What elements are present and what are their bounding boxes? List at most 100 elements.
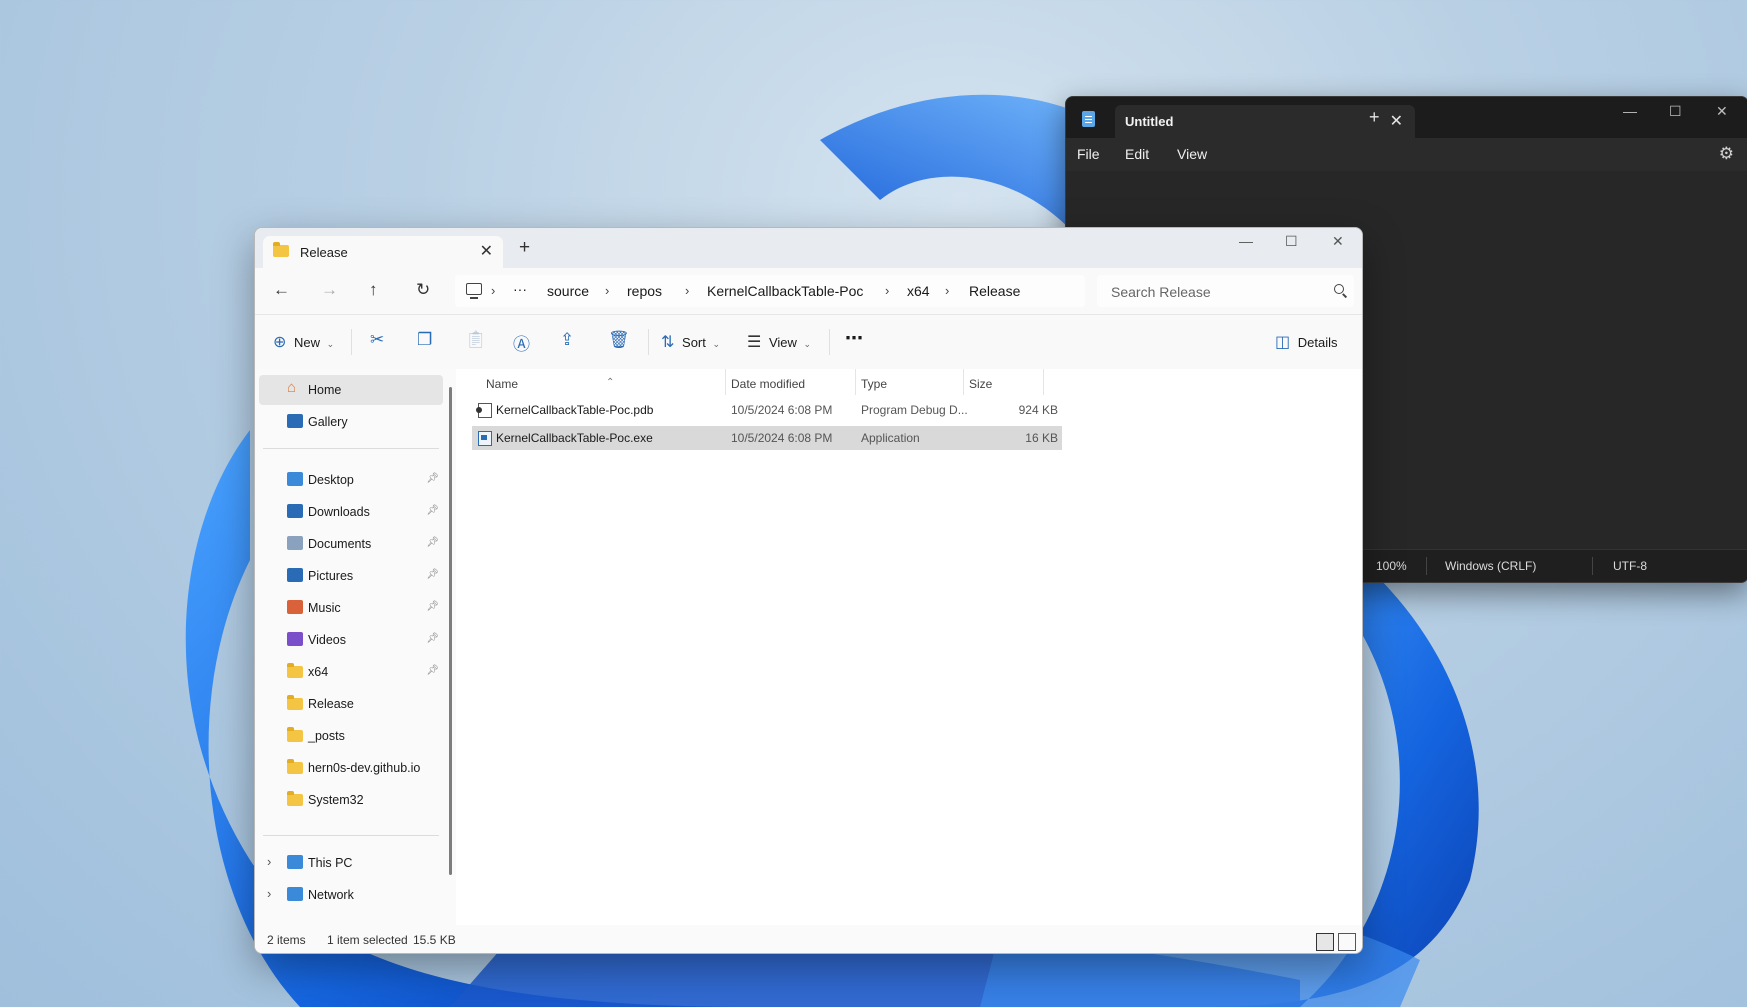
close-window-button[interactable]: ✕ (1716, 103, 1728, 120)
desktop-icon (287, 472, 303, 486)
sidebar-item-system32[interactable]: System32 (259, 785, 443, 815)
sidebar-item-music[interactable]: Music 📌︎ (259, 593, 443, 623)
share-icon[interactable]: ⇪ (560, 330, 574, 350)
file-size: 16 KB (1025, 431, 1058, 445)
sidebar-item-label: Downloads (308, 505, 370, 519)
chevron-right-icon[interactable]: › (685, 283, 689, 298)
breadcrumb-project[interactable]: KernelCallbackTable-Poc (707, 283, 863, 299)
menu-edit[interactable]: Edit (1125, 146, 1149, 162)
minimize-button[interactable]: — (1623, 103, 1637, 119)
sidebar-item-x64[interactable]: x64 📌︎ (259, 657, 443, 687)
pin-icon[interactable]: 📌︎ (426, 537, 439, 548)
search-box[interactable] (1097, 275, 1354, 307)
table-row[interactable]: KernelCallbackTable-Poc.pdb 10/5/2024 6:… (472, 398, 1062, 422)
sidebar-item-downloads[interactable]: Downloads 📌︎ (259, 497, 443, 527)
pin-icon[interactable]: 📌︎ (426, 505, 439, 516)
explorer-titlebar[interactable]: Release ✕ + — ☐ ✕ (255, 228, 1362, 268)
this-pc-icon[interactable] (466, 283, 482, 299)
pin-icon[interactable]: 📌︎ (426, 569, 439, 580)
details-view-icon[interactable] (1316, 933, 1334, 951)
chevron-right-icon[interactable]: › (491, 283, 495, 298)
menu-view[interactable]: View (1177, 146, 1207, 162)
notepad-titlebar[interactable]: Untitled ✕ + — ☐ ✕ (1066, 97, 1747, 138)
file-explorer-window[interactable]: Release ✕ + — ☐ ✕ ← → ↑ ↻ › ··· source ›… (254, 227, 1363, 954)
pin-icon[interactable]: 📌︎ (426, 665, 439, 676)
column-header-date[interactable]: Date modified (725, 369, 855, 395)
close-icon[interactable]: ✕ (480, 241, 493, 261)
sidebar-item-label: hern0s-dev.github.io (308, 761, 421, 775)
up-button[interactable]: ↑ (369, 280, 378, 300)
refresh-button[interactable]: ↻ (416, 280, 430, 300)
sidebar-item-home[interactable]: ⌂ Home (259, 375, 443, 405)
encoding[interactable]: UTF-8 (1613, 559, 1647, 573)
sidebar-item-network[interactable]: › Network (259, 880, 443, 910)
nav-scrollbar[interactable] (449, 387, 452, 875)
close-window-button[interactable]: ✕ (1332, 233, 1344, 250)
search-icon[interactable] (1334, 284, 1344, 294)
videos-icon (287, 632, 303, 646)
file-name: KernelCallbackTable-Poc.pdb (496, 403, 654, 417)
new-tab-button[interactable]: + (1369, 107, 1380, 128)
sidebar-item-pictures[interactable]: Pictures 📌︎ (259, 561, 443, 591)
more-options-icon[interactable]: ⋯ (845, 328, 863, 349)
breadcrumb[interactable]: › ··· source › repos › KernelCallbackTab… (455, 275, 1085, 307)
chevron-right-icon[interactable]: › (885, 283, 889, 298)
cut-icon[interactable]: ✂ (370, 330, 384, 350)
column-header-name[interactable]: ⌃ Name (472, 369, 722, 395)
sidebar-item-release[interactable]: Release (259, 689, 443, 719)
column-header-type[interactable]: Type (855, 369, 963, 395)
forward-button[interactable]: → (321, 280, 338, 300)
pin-icon[interactable]: 📌︎ (426, 601, 439, 612)
notepad-menubar: File Edit View ⚙ (1066, 138, 1747, 171)
folder-icon (287, 791, 303, 806)
breadcrumb-source[interactable]: source (547, 283, 589, 299)
back-button[interactable]: ← (273, 280, 290, 300)
table-row[interactable]: KernelCallbackTable-Poc.exe 10/5/2024 6:… (472, 426, 1062, 450)
chevron-down-icon: ⌄ (712, 339, 721, 349)
breadcrumb-repos[interactable]: repos (627, 283, 662, 299)
selection-count: 1 item selected (327, 933, 408, 947)
sort-button[interactable]: ⇅ Sort ⌄ (661, 332, 720, 352)
delete-icon[interactable]: 🗑︎ (608, 330, 630, 350)
column-header-size[interactable]: Size (963, 369, 1043, 395)
sidebar-item-gallery[interactable]: Gallery (259, 407, 443, 437)
breadcrumb-release[interactable]: Release (969, 283, 1020, 299)
breadcrumb-x64[interactable]: x64 (907, 283, 930, 299)
minimize-button[interactable]: — (1239, 233, 1253, 249)
this-pc-icon (287, 855, 303, 869)
maximize-button[interactable]: ☐ (1669, 103, 1682, 120)
explorer-tab[interactable]: Release ✕ (263, 236, 503, 268)
details-button[interactable]: ◫ Details (1275, 332, 1338, 352)
sidebar-item-desktop[interactable]: Desktop 📌︎ (259, 465, 443, 495)
chevron-right-icon[interactable]: › (605, 283, 609, 298)
sidebar-item-documents[interactable]: Documents 📌︎ (259, 529, 443, 559)
pin-icon[interactable]: 📌︎ (426, 633, 439, 644)
close-icon[interactable]: ✕ (1390, 111, 1403, 131)
new-button[interactable]: ⊕ New ⌄ (273, 332, 334, 352)
line-ending[interactable]: Windows (CRLF) (1445, 559, 1536, 573)
folder-icon (287, 663, 303, 678)
zoom-level[interactable]: 100% (1376, 559, 1407, 573)
sidebar-item-hern0s-dev-github-io[interactable]: hern0s-dev.github.io (259, 753, 443, 783)
tiles-view-icon[interactable] (1338, 933, 1356, 951)
status-divider (1592, 557, 1593, 575)
gear-icon[interactable]: ⚙ (1719, 144, 1734, 164)
chevron-right-icon[interactable]: › (945, 283, 949, 298)
sidebar-item-videos[interactable]: Videos 📌︎ (259, 625, 443, 655)
view-button[interactable]: ☰ View ⌄ (747, 332, 811, 352)
new-tab-button[interactable]: + (519, 237, 530, 259)
chevron-right-icon[interactable]: › (267, 854, 271, 869)
copy-icon[interactable]: ❐ (417, 330, 432, 350)
paste-icon[interactable]: 📋︎ (465, 330, 487, 350)
maximize-button[interactable]: ☐ (1285, 233, 1298, 250)
breadcrumb-overflow[interactable]: ··· (513, 281, 527, 297)
menu-file[interactable]: File (1077, 146, 1100, 162)
pin-icon[interactable]: 📌︎ (426, 473, 439, 484)
chevron-right-icon[interactable]: › (267, 886, 271, 901)
column-divider[interactable] (1043, 369, 1044, 395)
rename-icon[interactable]: Ⓐ (513, 330, 530, 355)
sidebar-item-this-pc[interactable]: › This PC (259, 848, 443, 878)
pictures-icon (287, 568, 303, 582)
sidebar-item--posts[interactable]: _posts (259, 721, 443, 751)
search-input[interactable] (1109, 281, 1323, 303)
